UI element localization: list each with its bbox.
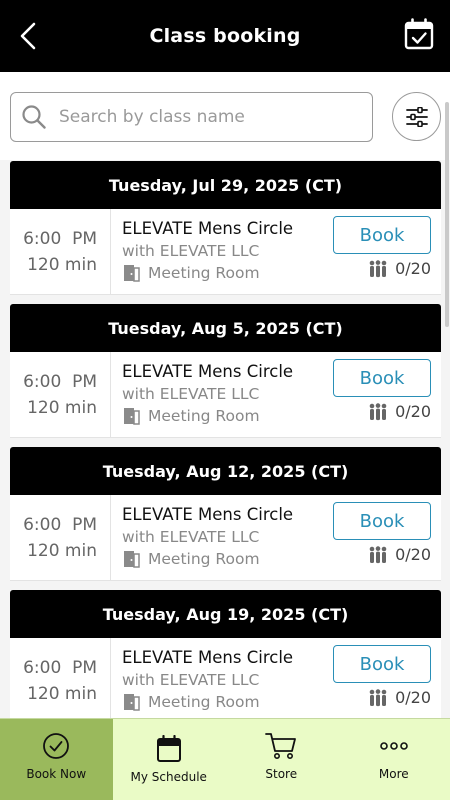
book-button[interactable]: Book <box>333 502 431 540</box>
nav-store[interactable]: Store <box>225 719 338 800</box>
class-duration: 120 min <box>27 683 97 704</box>
time-column: 6:00 PM 120 min <box>10 495 110 580</box>
room-label: Meeting Room <box>148 264 260 282</box>
class-duration: 120 min <box>27 540 97 561</box>
class-list: Tuesday, Jul 29, 2025 (CT) 6:00 PM 120 m… <box>10 161 441 733</box>
nav-label: My Schedule <box>130 770 207 784</box>
page-title: Class booking <box>149 25 301 47</box>
capacity: 0/20 <box>367 545 431 564</box>
capacity-count: 0/20 <box>395 259 431 278</box>
more-dots-icon <box>379 742 408 750</box>
nav-my-schedule[interactable]: My Schedule <box>113 719 226 800</box>
book-button[interactable]: Book <box>333 359 431 397</box>
check-circle-icon <box>43 733 70 759</box>
people-icon <box>369 688 387 706</box>
day-group: Tuesday, Jul 29, 2025 (CT) 6:00 PM 120 m… <box>10 161 441 295</box>
class-duration: 120 min <box>27 254 97 275</box>
sliders-icon <box>405 106 428 127</box>
search-input[interactable] <box>59 107 349 127</box>
door-icon <box>124 694 140 711</box>
room-label: Meeting Room <box>148 693 260 711</box>
capacity-count: 0/20 <box>395 688 431 707</box>
bottom-nav: Book Now My Schedule Store More <box>0 718 450 800</box>
day-header: Tuesday, Aug 19, 2025 (CT) <box>10 590 441 638</box>
people-icon <box>369 259 387 277</box>
book-button[interactable]: Book <box>333 645 431 683</box>
cart-icon <box>265 733 297 759</box>
door-icon <box>124 408 140 425</box>
time-column: 6:00 PM 120 min <box>10 638 110 723</box>
class-duration: 120 min <box>27 397 97 418</box>
book-button[interactable]: Book <box>333 216 431 254</box>
room-label: Meeting Room <box>148 550 260 568</box>
nav-book-now[interactable]: Book Now <box>0 719 113 800</box>
top-bar: Class booking <box>0 0 450 72</box>
scrollbar[interactable] <box>445 102 449 327</box>
class-time: 6:00 PM <box>23 228 97 249</box>
class-time: 6:00 PM <box>23 514 97 535</box>
class-time: 6:00 PM <box>23 371 97 392</box>
calendar-check-icon <box>404 18 434 50</box>
nav-more[interactable]: More <box>338 719 450 800</box>
day-header: Tuesday, Jul 29, 2025 (CT) <box>10 161 441 209</box>
search-icon <box>22 105 46 129</box>
door-icon <box>124 265 140 282</box>
nav-label: Store <box>265 767 298 781</box>
search-area <box>0 72 450 160</box>
capacity-count: 0/20 <box>395 402 431 421</box>
back-button[interactable] <box>14 20 42 52</box>
capacity: 0/20 <box>367 402 431 421</box>
nav-label: More <box>378 767 409 781</box>
people-icon <box>369 545 387 563</box>
class-row[interactable]: 6:00 PM 120 min ELEVATE Mens Circle with… <box>10 352 441 438</box>
capacity: 0/20 <box>367 688 431 707</box>
class-row[interactable]: 6:00 PM 120 min ELEVATE Mens Circle with… <box>10 209 441 295</box>
day-group: Tuesday, Aug 5, 2025 (CT) 6:00 PM 120 mi… <box>10 304 441 438</box>
door-icon <box>124 551 140 568</box>
nav-label: Book Now <box>26 767 87 781</box>
class-time: 6:00 PM <box>23 657 97 678</box>
calendar-button[interactable] <box>404 18 434 50</box>
room-label: Meeting Room <box>148 407 260 425</box>
time-column: 6:00 PM 120 min <box>10 209 110 294</box>
people-icon <box>369 402 387 420</box>
time-column: 6:00 PM 120 min <box>10 352 110 437</box>
app-root: Class booking Search by class name Tuesd… <box>0 0 450 800</box>
day-group: Tuesday, Aug 12, 2025 (CT) 6:00 PM 120 m… <box>10 447 441 581</box>
class-row[interactable]: 6:00 PM 120 min ELEVATE Mens Circle with… <box>10 495 441 581</box>
day-header: Tuesday, Aug 12, 2025 (CT) <box>10 447 441 495</box>
calendar-icon <box>156 735 181 762</box>
chevron-left-icon <box>20 22 36 50</box>
day-group: Tuesday, Aug 19, 2025 (CT) 6:00 PM 120 m… <box>10 590 441 724</box>
search-box <box>10 92 373 142</box>
capacity: 0/20 <box>367 259 431 278</box>
capacity-count: 0/20 <box>395 545 431 564</box>
filter-button[interactable] <box>392 92 441 141</box>
class-row[interactable]: 6:00 PM 120 min ELEVATE Mens Circle with… <box>10 638 441 724</box>
day-header: Tuesday, Aug 5, 2025 (CT) <box>10 304 441 352</box>
